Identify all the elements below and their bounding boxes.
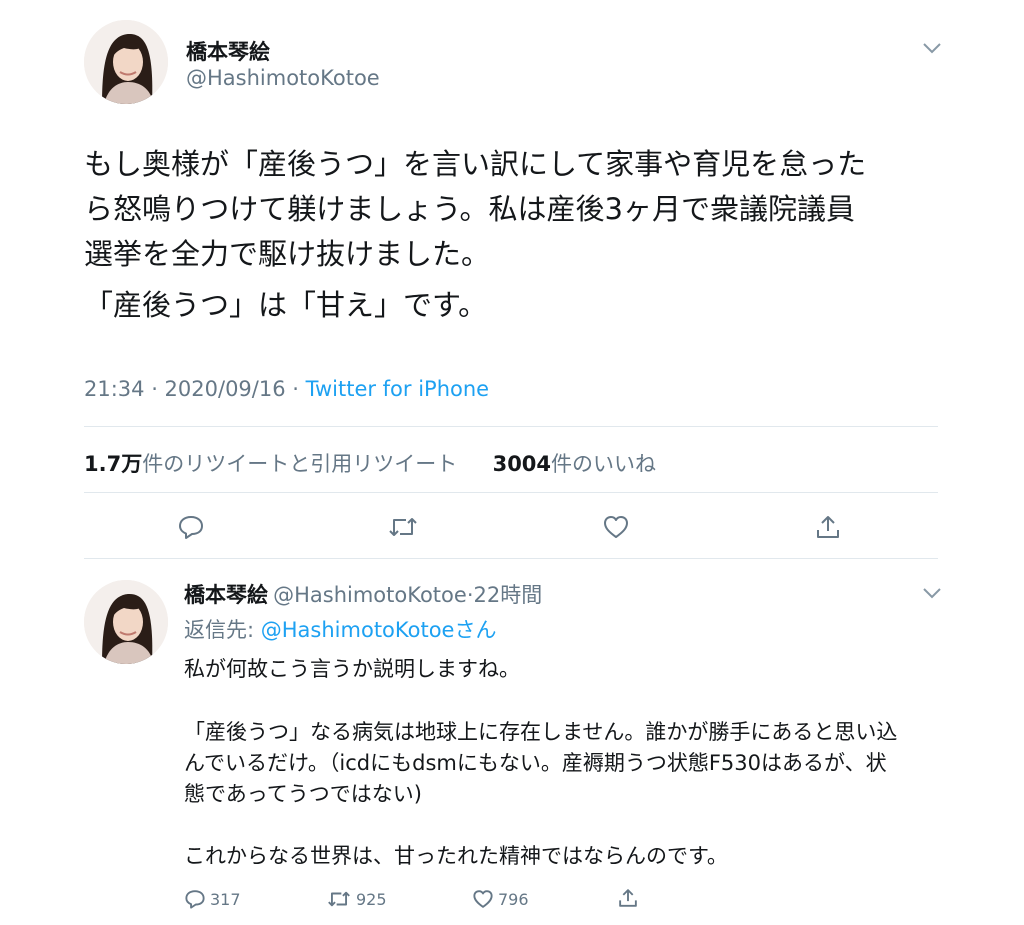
reply-icon xyxy=(179,516,203,539)
reply-handle[interactable]: @HashimotoKotoe xyxy=(273,583,467,607)
reply-to: 返信先: @HashimotoKotoeさん xyxy=(184,614,496,644)
reply-display-name[interactable]: 橋本琴絵 xyxy=(184,583,268,607)
tweet-text-line: ら怒鳴りつけて躾けましょう。私は産後3ヶ月で衆議院議員 xyxy=(84,192,856,226)
reply-time[interactable]: ·22時間 xyxy=(467,583,542,607)
divider xyxy=(84,426,938,427)
tweet-timestamp: 21:34 · 2020/09/16 · Twitter for iPhone xyxy=(84,377,489,401)
share-icon xyxy=(619,889,637,907)
reply-text: 私が何故こう言うか説明しますね。 「産後うつ」なる病気は地球上に存在しません。誰… xyxy=(184,654,944,872)
retweet-count: 925 xyxy=(356,889,387,909)
display-name[interactable]: 橋本琴絵 xyxy=(186,36,270,66)
reply-to-prefix: 返信先: xyxy=(184,618,261,642)
chevron-down-icon[interactable] xyxy=(921,585,943,604)
reply-text-line: これからなる世界は、甘ったれた精神ではならんのです。 xyxy=(184,844,728,868)
reply-like-button[interactable]: 796 xyxy=(472,888,529,910)
chevron-down-icon[interactable] xyxy=(921,40,943,59)
reply-avatar[interactable] xyxy=(84,580,168,664)
like-button[interactable] xyxy=(596,507,636,547)
source-link[interactable]: Twitter for iPhone xyxy=(306,377,490,401)
reply-header: 橋本琴絵 @HashimotoKotoe·22時間 xyxy=(184,579,542,609)
tweet-text-line: もし奥様が「産後うつ」を言い訳にして家事や育児を怠った xyxy=(84,147,867,181)
tweet-text-line: 選挙を全力で駆け抜けました。 xyxy=(84,237,491,271)
reply-text-line: 「産後うつ」なる病気は地球上に存在しません。誰かが勝手にあると思い込 xyxy=(184,720,898,744)
tweet-stats: 1.7万件のリツイートと引用リツイート 3004件のいいね xyxy=(84,448,656,478)
avatar[interactable] xyxy=(84,20,168,104)
share-icon xyxy=(817,516,839,538)
reply-count: 317 xyxy=(210,889,241,909)
reply-button[interactable] xyxy=(171,507,211,547)
timestamp-text[interactable]: 21:34 · 2020/09/16 · xyxy=(84,377,306,401)
retweet-icon xyxy=(389,518,417,536)
reply-retweet-button[interactable]: 925 xyxy=(326,888,387,910)
user-handle[interactable]: @HashimotoKotoe xyxy=(186,66,380,90)
like-count: 796 xyxy=(498,889,529,909)
heart-icon xyxy=(604,516,628,538)
divider xyxy=(84,558,938,559)
like-stat[interactable]: 3004件のいいね xyxy=(493,452,656,476)
retweet-button[interactable] xyxy=(383,507,423,547)
like-label: 件のいいね xyxy=(551,452,657,476)
tweet-text: もし奥様が「産後うつ」を言い訳にして家事や育児を怠った ら怒鳴りつけて躾けましょ… xyxy=(84,142,934,328)
reply-text-line: んでいるだけ。（icdにもdsmにもない。産褥期うつ状態F530はあるが、状 xyxy=(184,751,887,775)
reply-reply-button[interactable]: 317 xyxy=(184,888,241,910)
reply-text-line: 私が何故こう言うか説明しますね。 xyxy=(184,657,520,681)
retweet-label: 件のリツイートと引用リツイート xyxy=(142,452,458,476)
reply-icon xyxy=(185,890,205,909)
heart-icon xyxy=(473,890,493,908)
retweet-count: 1.7万 xyxy=(84,452,143,476)
reply-to-handle[interactable]: @HashimotoKotoeさん xyxy=(261,618,497,642)
retweet-stat[interactable]: 1.7万件のリツイートと引用リツイート xyxy=(84,452,457,476)
tweet-text-line: 「産後うつ」は「甘え」です。 xyxy=(84,288,488,322)
reply-text-line: 態であってうつではない) xyxy=(184,782,422,806)
retweet-icon xyxy=(328,891,350,907)
like-count: 3004 xyxy=(492,452,552,476)
share-button[interactable] xyxy=(808,507,848,547)
reply-share-button[interactable] xyxy=(617,887,643,909)
divider xyxy=(84,492,938,493)
